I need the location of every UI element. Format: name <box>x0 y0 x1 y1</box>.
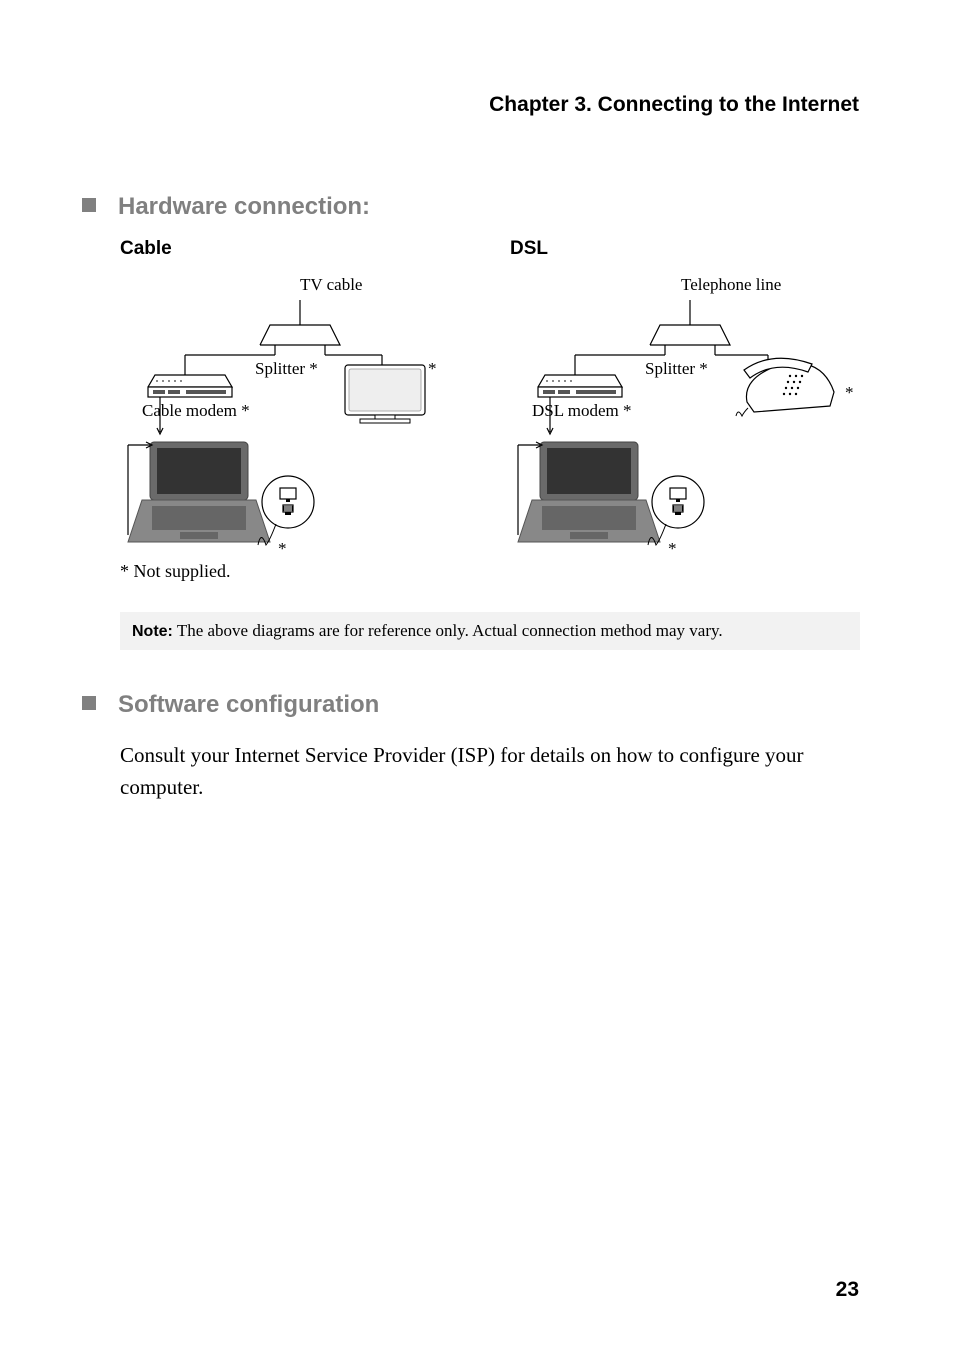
not-supplied-footnote: * Not supplied. <box>120 561 231 582</box>
note-box: Note: The above diagrams are for referen… <box>120 612 860 650</box>
dsl-title: DSL <box>510 238 870 260</box>
dsl-modem-label: DSL modem * <box>532 401 631 420</box>
telephone-line-label: Telephone line <box>681 275 781 294</box>
dsl-diagram-svg: Telephone line Splitter * DSL modem * <box>510 270 870 570</box>
note-text: The above diagrams are for reference onl… <box>173 621 723 640</box>
cable-diagram-svg: TV cable Splitter * Cable modem * <box>120 270 460 570</box>
chapter-title: Chapter 3. Connecting to the Internet <box>489 93 859 117</box>
laptop-icon <box>518 442 660 542</box>
software-configuration-heading: Software configuration <box>82 691 379 719</box>
bullet-icon <box>82 198 96 212</box>
laptop-icon <box>128 442 270 542</box>
connection-diagrams: Cable TV cable Splitter * Cabl <box>120 238 870 575</box>
cable-cord-asterisk: * <box>278 539 287 558</box>
dsl-diagram: DSL Telephone line Splitter * DSL modem … <box>510 238 870 575</box>
software-heading-text: Software configuration <box>118 691 379 718</box>
tv-asterisk: * <box>428 359 437 378</box>
hardware-connection-heading: Hardware connection: <box>82 193 370 221</box>
software-body-text: Consult your Internet Service Provider (… <box>120 740 860 803</box>
hardware-heading-text: Hardware connection: <box>118 193 370 220</box>
bullet-icon <box>82 696 96 710</box>
note-label: Note: <box>132 623 173 640</box>
page-number: 23 <box>836 1278 859 1302</box>
telephone-icon <box>736 358 834 416</box>
cable-modem-label: Cable modem * <box>142 401 250 420</box>
splitter-label: Splitter * <box>255 359 318 378</box>
dsl-splitter-label: Splitter * <box>645 359 708 378</box>
cable-title: Cable <box>120 238 480 260</box>
cable-diagram: Cable TV cable Splitter * Cabl <box>120 238 480 575</box>
phone-asterisk: * <box>845 383 854 402</box>
dsl-cord-asterisk: * <box>668 539 677 558</box>
tv-cable-label: TV cable <box>300 275 362 294</box>
